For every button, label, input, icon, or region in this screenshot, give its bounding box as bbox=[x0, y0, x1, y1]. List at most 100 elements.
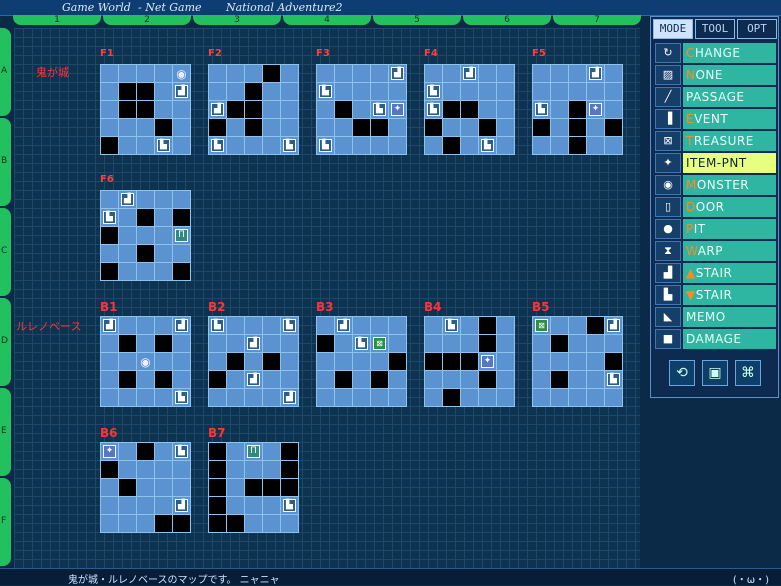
floor-cell[interactable] bbox=[281, 335, 298, 352]
floor-cell[interactable]: ✦ bbox=[389, 101, 406, 118]
floor-cell[interactable]: ◉ bbox=[173, 65, 190, 82]
floor-cell[interactable]: ✦ bbox=[587, 101, 604, 118]
floor-cell[interactable] bbox=[281, 515, 298, 532]
wall-cell[interactable] bbox=[227, 353, 244, 370]
floor-map[interactable]: ▟ ▙ ▙ bbox=[208, 64, 299, 155]
floor-cell[interactable] bbox=[371, 389, 388, 406]
floor-cell[interactable] bbox=[173, 119, 190, 136]
floor-cell[interactable] bbox=[263, 443, 280, 460]
wall-cell[interactable] bbox=[443, 101, 460, 118]
floor-cell[interactable] bbox=[245, 515, 262, 532]
wall-cell[interactable] bbox=[479, 371, 496, 388]
floor-map[interactable]: ◉ ▟ ▙ bbox=[100, 64, 191, 155]
floor-cell[interactable]: ⊠ bbox=[533, 317, 550, 334]
floor-cell[interactable] bbox=[425, 389, 442, 406]
wall-cell[interactable] bbox=[173, 515, 190, 532]
floor-cell[interactable] bbox=[155, 227, 172, 244]
mode-stair[interactable]: ▟ ▲STAIR bbox=[655, 263, 776, 283]
floor-cell[interactable] bbox=[209, 353, 226, 370]
floor-cell[interactable] bbox=[497, 335, 514, 352]
wall-cell[interactable] bbox=[281, 461, 298, 478]
wall-cell[interactable] bbox=[425, 119, 442, 136]
wall-cell[interactable] bbox=[263, 479, 280, 496]
floor-cell[interactable]: ▙ bbox=[317, 83, 334, 100]
floor-cell[interactable] bbox=[533, 371, 550, 388]
wall-cell[interactable] bbox=[155, 119, 172, 136]
wall-cell[interactable] bbox=[155, 515, 172, 532]
clear-tool-button[interactable]: ⌘ bbox=[735, 360, 761, 386]
floor-cell[interactable] bbox=[551, 83, 568, 100]
wall-cell[interactable] bbox=[101, 227, 118, 244]
floor-cell[interactable] bbox=[551, 389, 568, 406]
floor-cell[interactable] bbox=[173, 353, 190, 370]
wall-cell[interactable] bbox=[605, 353, 622, 370]
wall-cell[interactable] bbox=[317, 335, 334, 352]
floor-cell[interactable] bbox=[461, 335, 478, 352]
floor-cell[interactable] bbox=[497, 137, 514, 154]
floor-cell[interactable] bbox=[245, 317, 262, 334]
floor-cell[interactable] bbox=[119, 209, 136, 226]
floor-cell[interactable] bbox=[371, 353, 388, 370]
wall-cell[interactable] bbox=[245, 479, 262, 496]
floor-cell[interactable] bbox=[317, 371, 334, 388]
floor-cell[interactable] bbox=[101, 335, 118, 352]
floor-map[interactable]: ▙ ✦ bbox=[424, 316, 515, 407]
wall-cell[interactable] bbox=[443, 137, 460, 154]
wall-cell[interactable] bbox=[551, 371, 568, 388]
floor-cell[interactable] bbox=[155, 443, 172, 460]
floor-map[interactable]: Π ▙ bbox=[208, 442, 299, 533]
floor-cell[interactable] bbox=[587, 371, 604, 388]
floor-cell[interactable] bbox=[533, 335, 550, 352]
floor-cell[interactable] bbox=[119, 65, 136, 82]
wall-cell[interactable] bbox=[425, 353, 442, 370]
floor-map[interactable]: ✦ ▙ ▟ bbox=[100, 442, 191, 533]
floor-map[interactable]: ▙ ▙ ▟ ▟ ▟ bbox=[208, 316, 299, 407]
wall-cell[interactable] bbox=[119, 335, 136, 352]
floor-cell[interactable] bbox=[281, 371, 298, 388]
floor-map[interactable]: ▟ ▙ ▙ ▙ bbox=[424, 64, 515, 155]
floor-cell[interactable] bbox=[155, 461, 172, 478]
floor-cell[interactable] bbox=[569, 353, 586, 370]
floor-cell[interactable] bbox=[227, 371, 244, 388]
floor-cell[interactable] bbox=[119, 119, 136, 136]
mode-change[interactable]: ↻ CHANGE bbox=[655, 43, 776, 63]
wall-cell[interactable] bbox=[137, 245, 154, 262]
floor-cell[interactable] bbox=[137, 461, 154, 478]
floor-cell[interactable] bbox=[245, 461, 262, 478]
floor-cell[interactable] bbox=[425, 335, 442, 352]
floor-cell[interactable] bbox=[389, 317, 406, 334]
floor-cell[interactable]: ▟ bbox=[587, 65, 604, 82]
floor-cell[interactable]: ◉ bbox=[137, 353, 154, 370]
floor-cell[interactable] bbox=[155, 263, 172, 280]
floor-cell[interactable] bbox=[209, 65, 226, 82]
wall-cell[interactable] bbox=[173, 263, 190, 280]
wall-cell[interactable] bbox=[353, 119, 370, 136]
floor-cell[interactable]: Π bbox=[245, 443, 262, 460]
floor-cell[interactable] bbox=[605, 389, 622, 406]
wall-cell[interactable] bbox=[389, 353, 406, 370]
floor-cell[interactable] bbox=[605, 65, 622, 82]
floor-cell[interactable] bbox=[353, 371, 370, 388]
floor-cell[interactable] bbox=[173, 371, 190, 388]
wall-cell[interactable] bbox=[443, 389, 460, 406]
floor-cell[interactable]: ▟ bbox=[173, 317, 190, 334]
wall-cell[interactable] bbox=[263, 65, 280, 82]
floor-cell[interactable] bbox=[155, 101, 172, 118]
wall-cell[interactable] bbox=[209, 119, 226, 136]
floor-cell[interactable] bbox=[371, 317, 388, 334]
floor-cell[interactable] bbox=[569, 389, 586, 406]
floor-cell[interactable] bbox=[137, 227, 154, 244]
wall-cell[interactable] bbox=[209, 479, 226, 496]
floor-cell[interactable]: ▟ bbox=[245, 335, 262, 352]
floor-cell[interactable] bbox=[101, 479, 118, 496]
wall-cell[interactable] bbox=[281, 479, 298, 496]
floor-cell[interactable] bbox=[371, 137, 388, 154]
floor-map[interactable]: ▟ ▙ ⊠ bbox=[316, 316, 407, 407]
wall-cell[interactable] bbox=[461, 353, 478, 370]
floor-cell[interactable] bbox=[155, 245, 172, 262]
floor-cell[interactable]: ▙ bbox=[479, 137, 496, 154]
wall-cell[interactable] bbox=[479, 317, 496, 334]
floor-cell[interactable] bbox=[425, 317, 442, 334]
mode-treasure[interactable]: ⊠ TREASURE bbox=[655, 131, 776, 151]
floor-cell[interactable] bbox=[371, 83, 388, 100]
